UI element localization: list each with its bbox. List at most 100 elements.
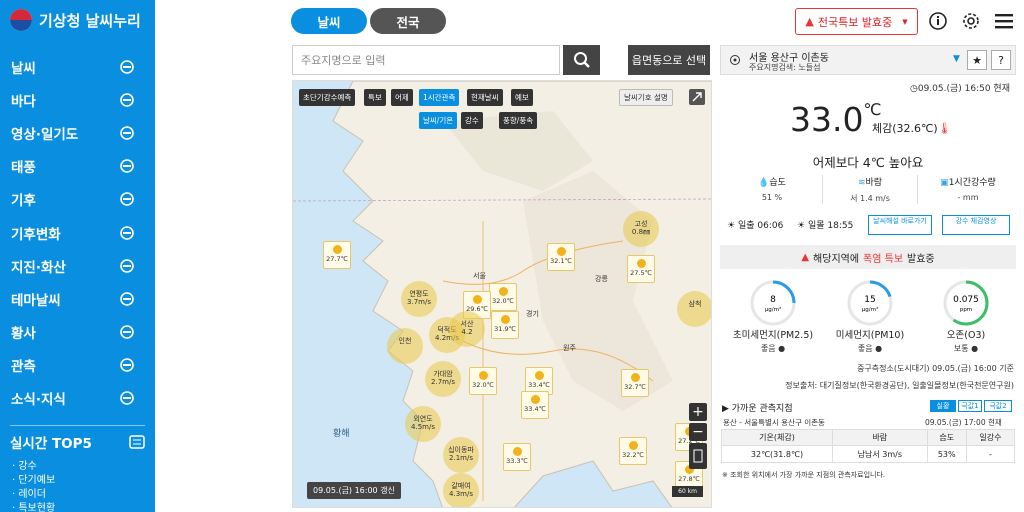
sidebar-item[interactable]: 소식·지식 — [0, 382, 155, 415]
wind-blob[interactable]: 고성 0.8㎜ — [623, 211, 659, 247]
menu-icon[interactable] — [994, 11, 1014, 31]
station-marker[interactable]: 32.0℃ — [469, 367, 497, 395]
weather-explain-button[interactable]: 날씨해설 바로가기 — [868, 215, 932, 235]
blob-name: 십이동파 — [448, 446, 474, 454]
chip-wind[interactable]: 풍향/풍속 — [499, 112, 538, 129]
eup-select-button[interactable]: 읍면동으로 선택 — [628, 45, 710, 75]
brand-logo[interactable]: 기상청 날씨누리 — [0, 0, 155, 40]
chip-hourly-obs[interactable]: 1시간관측 — [419, 89, 460, 106]
sidebar-item-label: 날씨 — [11, 60, 36, 77]
gear-icon[interactable] — [961, 11, 981, 31]
favorite-star-icon[interactable]: ★ — [967, 50, 987, 70]
wind-blob[interactable]: 연평도 3.7m/s — [401, 281, 437, 317]
wind-blob[interactable]: 삼척 — [677, 291, 711, 327]
sidebar-item[interactable]: 지진·화산 — [0, 249, 155, 282]
sidebar-item[interactable]: 태풍 — [0, 150, 155, 183]
ozone-gauge: 0.075 ppm — [943, 280, 989, 326]
chip-nowcast[interactable]: 초단기강수예측 — [299, 89, 356, 106]
sidebar-item[interactable]: 관측 — [0, 349, 155, 382]
station-marker[interactable]: 31.9℃ — [491, 311, 519, 339]
sunset-label: 일몰 — [807, 221, 825, 231]
top5-header[interactable]: 실시간 TOP5 — [10, 425, 145, 452]
tab-extreme2[interactable]: 극값2 — [984, 400, 1012, 412]
zoom-out-button[interactable]: − — [689, 423, 707, 441]
chip-warning[interactable]: 특보 — [364, 89, 386, 106]
sidebar-item[interactable]: 기후 — [0, 183, 155, 216]
pm10-level[interactable]: 좋음 ● — [822, 343, 918, 354]
help-icon[interactable]: ● — [778, 344, 785, 353]
rain-video-button[interactable]: 강수 체감영상 — [942, 215, 1010, 235]
blob-name: 갈매여 — [451, 482, 471, 490]
station-marker[interactable]: 32.0℃ — [489, 283, 517, 311]
ozone-label: 오존(O3) — [946, 330, 986, 341]
wind-value: 서 1.4 m/s — [850, 194, 890, 203]
station-temp: 31.9℃ — [494, 325, 516, 333]
sidebar-item[interactable]: 황사 — [0, 316, 155, 349]
wind-label: 바람 — [865, 178, 883, 188]
tab-weather[interactable]: 날씨 — [291, 8, 367, 34]
crosshair-icon[interactable] — [729, 54, 741, 66]
wave-icon — [120, 92, 134, 107]
gauge-unit: μg/m³ — [765, 306, 781, 313]
zoom-in-button[interactable]: + — [689, 403, 707, 421]
layer-toggle-button[interactable] — [689, 443, 707, 469]
station-marker[interactable]: 32.2℃ — [619, 437, 647, 465]
top5-link[interactable]: · 특보현황 — [12, 502, 155, 512]
top5-link[interactable]: · 단기예보 — [12, 474, 155, 488]
sidebar-item[interactable]: 바다 — [0, 83, 155, 116]
place-label: 원주 — [563, 344, 576, 352]
station-marker[interactable]: 33.4℃ — [521, 391, 549, 419]
station-marker[interactable]: 27.5℃ — [627, 255, 655, 283]
help-icon[interactable]: ? — [991, 50, 1011, 70]
ozone-level[interactable]: 보통 ● — [918, 343, 1014, 354]
blob-value: 2.7m/s — [431, 378, 455, 386]
sunrise: ☀ 일출 06:06 — [727, 218, 783, 231]
rain-gauge-icon: ▣ — [940, 178, 949, 188]
tab-national[interactable]: 전국 — [370, 8, 446, 34]
chip-yesterday[interactable]: 어제 — [391, 89, 413, 106]
wind-blob[interactable]: 십이동파 2.1m/s — [443, 437, 479, 473]
station-temp: 32.0℃ — [472, 381, 494, 389]
wind-blob[interactable]: 서산 4.2 — [449, 311, 485, 347]
help-icon[interactable]: ● — [971, 344, 978, 353]
cell: 32℃(31.8℃) — [721, 445, 833, 463]
weather-map[interactable]: 초단기강수예측 특보 어제 1시간관측 현재날씨 예보 날씨/기온 강수 풍향/… — [292, 80, 712, 508]
national-alert-dropdown[interactable]: ▲ 전국특보 발효중 ▼ — [795, 8, 918, 35]
search-input[interactable]: 주요지명으로 입력 — [292, 45, 560, 75]
wind-blob[interactable]: 갈매여 4.3m/s — [443, 473, 479, 507]
station-marker[interactable]: 32.7℃ — [621, 369, 649, 397]
wind-blob[interactable]: 외연도 4.5m/s — [405, 406, 441, 442]
station-marker[interactable]: 33.3℃ — [503, 443, 531, 471]
sidebar-item[interactable]: 테마날씨 — [0, 282, 155, 315]
open-external-icon[interactable] — [689, 89, 705, 105]
chip-precip[interactable]: 강수 — [461, 112, 483, 129]
sidebar-item[interactable]: 영상·일기도 — [0, 116, 155, 149]
location-selector[interactable]: 서울 용산구 이촌동 주요지명검색: 노들섬 ▼ ★ ? — [720, 45, 1016, 75]
bag-icon — [120, 292, 134, 306]
search-button[interactable] — [563, 45, 600, 75]
pm10-gauge: 15μg/m³ — [847, 280, 893, 326]
top5-link[interactable]: · 레이더 — [12, 488, 155, 502]
sidebar-item-label: 영상·일기도 — [11, 126, 79, 143]
chevron-down-icon[interactable]: ▼ — [953, 54, 960, 64]
place-label: 경기 — [526, 310, 539, 318]
top5-link[interactable]: · 강수 — [12, 460, 155, 474]
legend-button[interactable]: 날씨기호 설명 — [619, 89, 673, 106]
cloud-sun-icon — [120, 59, 134, 74]
sidebar-item[interactable]: 기후변화 — [0, 216, 155, 249]
tab-live[interactable]: 실황 — [930, 400, 956, 412]
chip-forecast[interactable]: 예보 — [511, 89, 533, 106]
temp-unit: ℃ — [863, 100, 882, 119]
station-marker[interactable]: 32.1℃ — [547, 243, 575, 271]
wind-blob[interactable]: 인천 — [387, 328, 423, 364]
wind-blob[interactable]: 가대암 2.7m/s — [425, 361, 461, 397]
pm25-label: 초미세먼지(PM2.5) — [732, 330, 814, 341]
chip-current[interactable]: 현재날씨 — [467, 89, 503, 106]
help-icon[interactable]: ● — [875, 344, 882, 353]
tab-extreme1[interactable]: 극값1 — [958, 400, 982, 412]
chip-weather-temp[interactable]: 날씨/기온 — [419, 112, 458, 129]
info-icon[interactable] — [928, 11, 948, 31]
station-marker[interactable]: 27.7℃ — [323, 241, 351, 269]
pm25-level[interactable]: 좋음 ● — [725, 343, 821, 354]
sidebar-item[interactable]: 날씨 — [0, 50, 155, 83]
